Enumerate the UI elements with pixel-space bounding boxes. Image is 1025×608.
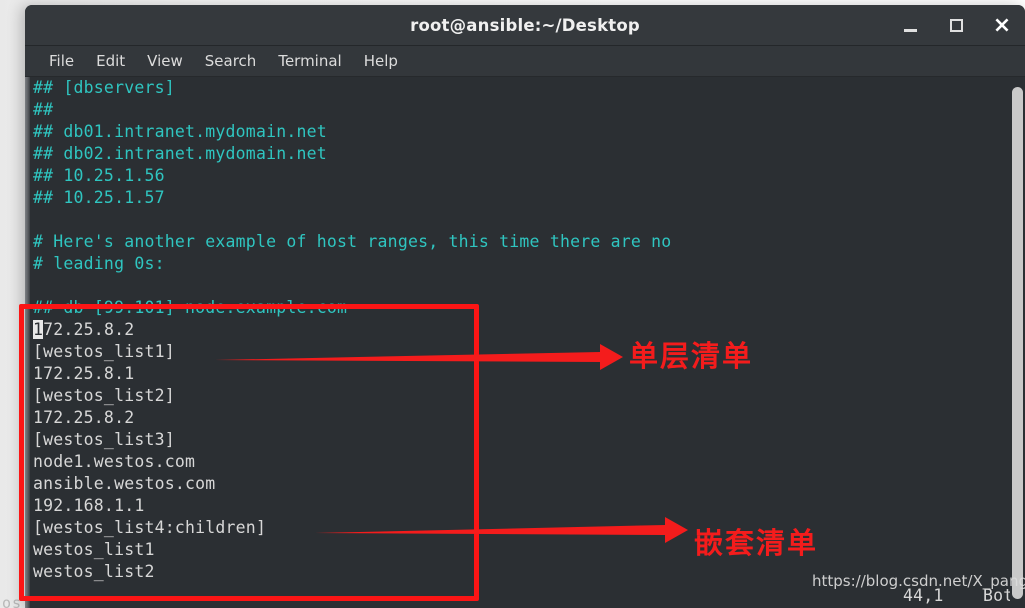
terminal-line: [westos_list1]: [33, 342, 175, 361]
watermark: https://blog.csdn.net/X_pang: [812, 572, 1025, 590]
maximize-button[interactable]: [933, 5, 979, 46]
terminal-line: 172.25.8.1: [33, 364, 135, 383]
terminal-line: [westos_list4:children]: [33, 518, 267, 537]
menu-item-terminal[interactable]: Terminal: [267, 50, 352, 72]
menu-item-file[interactable]: File: [38, 50, 85, 72]
terminal-line: 172.25.8.2: [33, 408, 135, 427]
terminal-line: [westos_list2]: [33, 386, 175, 405]
terminal-line: [westos_list3]: [33, 430, 175, 449]
window-controls: ×: [887, 5, 1025, 46]
terminal-line: ## [dbservers]: [33, 78, 175, 97]
terminal-line: 192.168.1.1: [33, 496, 145, 515]
terminal-left-edge: [25, 77, 30, 608]
terminal-line: 172.25.8.2: [33, 320, 135, 339]
terminal-scrollbar[interactable]: [1010, 77, 1025, 608]
terminal-line: ##: [33, 100, 54, 119]
window-titlebar[interactable]: root@ansible:~/Desktop ×: [25, 5, 1025, 46]
close-icon: ×: [992, 12, 1012, 38]
close-button[interactable]: ×: [979, 5, 1025, 46]
menu-item-search[interactable]: Search: [194, 50, 268, 72]
minimize-button[interactable]: [887, 5, 933, 46]
terminal-line: # leading 0s:: [33, 254, 165, 273]
terminal-body[interactable]: ## [dbservers] ## ## db01.intranet.mydomai…: [25, 77, 1025, 608]
scrollbar-thumb[interactable]: [1012, 87, 1023, 599]
menubar: File Edit View Search Terminal Help: [25, 46, 1025, 77]
menu-item-view[interactable]: View: [136, 50, 194, 72]
window-title: root@ansible:~/Desktop: [410, 15, 640, 35]
terminal-line: ## 10.25.1.56: [33, 166, 165, 185]
terminal-line: ## db01.intranet.mydomain.net: [33, 122, 327, 141]
menu-item-help[interactable]: Help: [353, 50, 409, 72]
terminal-cursor: 1: [33, 320, 44, 339]
screen-root: ost root@ansible:~/Desktop × File Edit V…: [0, 0, 1025, 608]
terminal-text-area: ## [dbservers] ## ## db01.intranet.mydomai…: [33, 77, 978, 583]
terminal-line: # Here's another example of host ranges,…: [33, 232, 672, 251]
terminal-line: ## db02.intranet.mydomain.net: [33, 144, 327, 163]
terminal-line: ## 10.25.1.57: [33, 188, 165, 207]
terminal-line: ansible.westos.com: [33, 474, 216, 493]
terminal-window: root@ansible:~/Desktop × File Edit View …: [25, 5, 1025, 608]
terminal-line: ## db-[99:101]-node.example.com: [33, 298, 348, 317]
minimize-icon: [903, 28, 917, 32]
maximize-icon: [949, 19, 963, 32]
menu-item-edit[interactable]: Edit: [85, 50, 136, 72]
terminal-line: westos_list1: [33, 540, 155, 559]
terminal-line: node1.westos.com: [33, 452, 196, 471]
